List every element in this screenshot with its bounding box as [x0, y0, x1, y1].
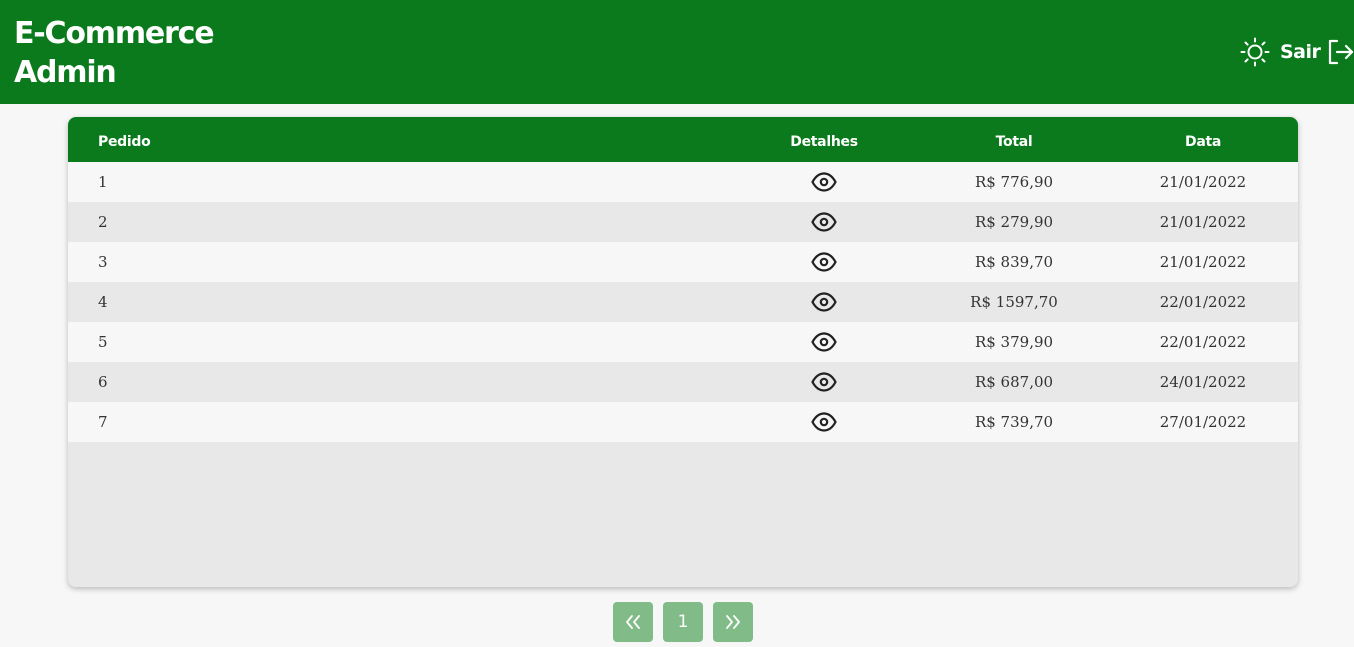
order-total: R$ 279,90	[974, 213, 1054, 231]
eye-icon[interactable]	[811, 371, 837, 393]
order-date: 21/01/2022	[1159, 213, 1247, 231]
top-bar: E-Commerce Admin Sair	[0, 0, 1354, 104]
order-date: 24/01/2022	[1159, 373, 1247, 391]
order-date: 27/01/2022	[1159, 413, 1247, 431]
page-1-button[interactable]: 1	[663, 602, 703, 642]
table-row: 3 R$ 839,70 21/01/2022	[68, 242, 1298, 282]
order-date: 22/01/2022	[1159, 293, 1247, 311]
column-header-data: Data	[1184, 134, 1222, 150]
order-date: 21/01/2022	[1159, 173, 1247, 191]
first-page-button[interactable]	[613, 602, 653, 642]
order-date: 22/01/2022	[1159, 333, 1247, 351]
order-total: R$ 1597,70	[970, 293, 1058, 311]
table-row: 2 R$ 279,90 21/01/2022	[68, 202, 1298, 242]
table-header: Pedido Detalhes Total Data	[68, 117, 1298, 162]
brand-line-1: E-Commerce	[14, 16, 215, 51]
order-id: 1	[98, 173, 108, 191]
logout-icon[interactable]	[1326, 37, 1354, 67]
table-row: 7 R$ 739,70 27/01/2022	[68, 402, 1298, 442]
orders-table: Pedido Detalhes Total Data 1 R$ 776,90 2…	[68, 117, 1298, 587]
last-page-button[interactable]	[713, 602, 753, 642]
column-header-detalhes: Detalhes	[790, 134, 858, 150]
order-total: R$ 776,90	[974, 173, 1054, 191]
order-total: R$ 739,70	[974, 413, 1054, 431]
order-id: 5	[98, 333, 108, 351]
order-total: R$ 839,70	[974, 253, 1054, 271]
table-row: 1 R$ 776,90 21/01/2022	[68, 162, 1298, 202]
order-id: 6	[98, 373, 108, 391]
column-header-pedido: Pedido	[98, 134, 151, 150]
brand-line-2: Admin	[14, 55, 117, 90]
order-total: R$ 687,00	[974, 373, 1054, 391]
table-row: 5 R$ 379,90 22/01/2022	[68, 322, 1298, 362]
double-chevron-left-icon	[626, 615, 640, 629]
eye-icon[interactable]	[811, 211, 837, 233]
order-id: 2	[98, 213, 108, 231]
order-date: 21/01/2022	[1159, 253, 1247, 271]
eye-icon[interactable]	[811, 411, 837, 433]
eye-icon[interactable]	[811, 291, 837, 313]
eye-icon[interactable]	[811, 331, 837, 353]
order-id: 3	[98, 253, 108, 271]
order-total: R$ 379,90	[974, 333, 1054, 351]
logout-button[interactable]: Sair	[1280, 40, 1321, 64]
table-row: 4 R$ 1597,70 22/01/2022	[68, 282, 1298, 322]
column-header-total: Total	[995, 134, 1033, 150]
brand-title: E-Commerce Admin	[14, 14, 215, 92]
order-id: 7	[98, 413, 108, 431]
sun-icon[interactable]	[1240, 37, 1270, 67]
double-chevron-right-icon	[726, 615, 740, 629]
eye-icon[interactable]	[811, 171, 837, 193]
table-row: 6 R$ 687,00 24/01/2022	[68, 362, 1298, 402]
eye-icon[interactable]	[811, 251, 837, 273]
order-id: 4	[98, 293, 108, 311]
